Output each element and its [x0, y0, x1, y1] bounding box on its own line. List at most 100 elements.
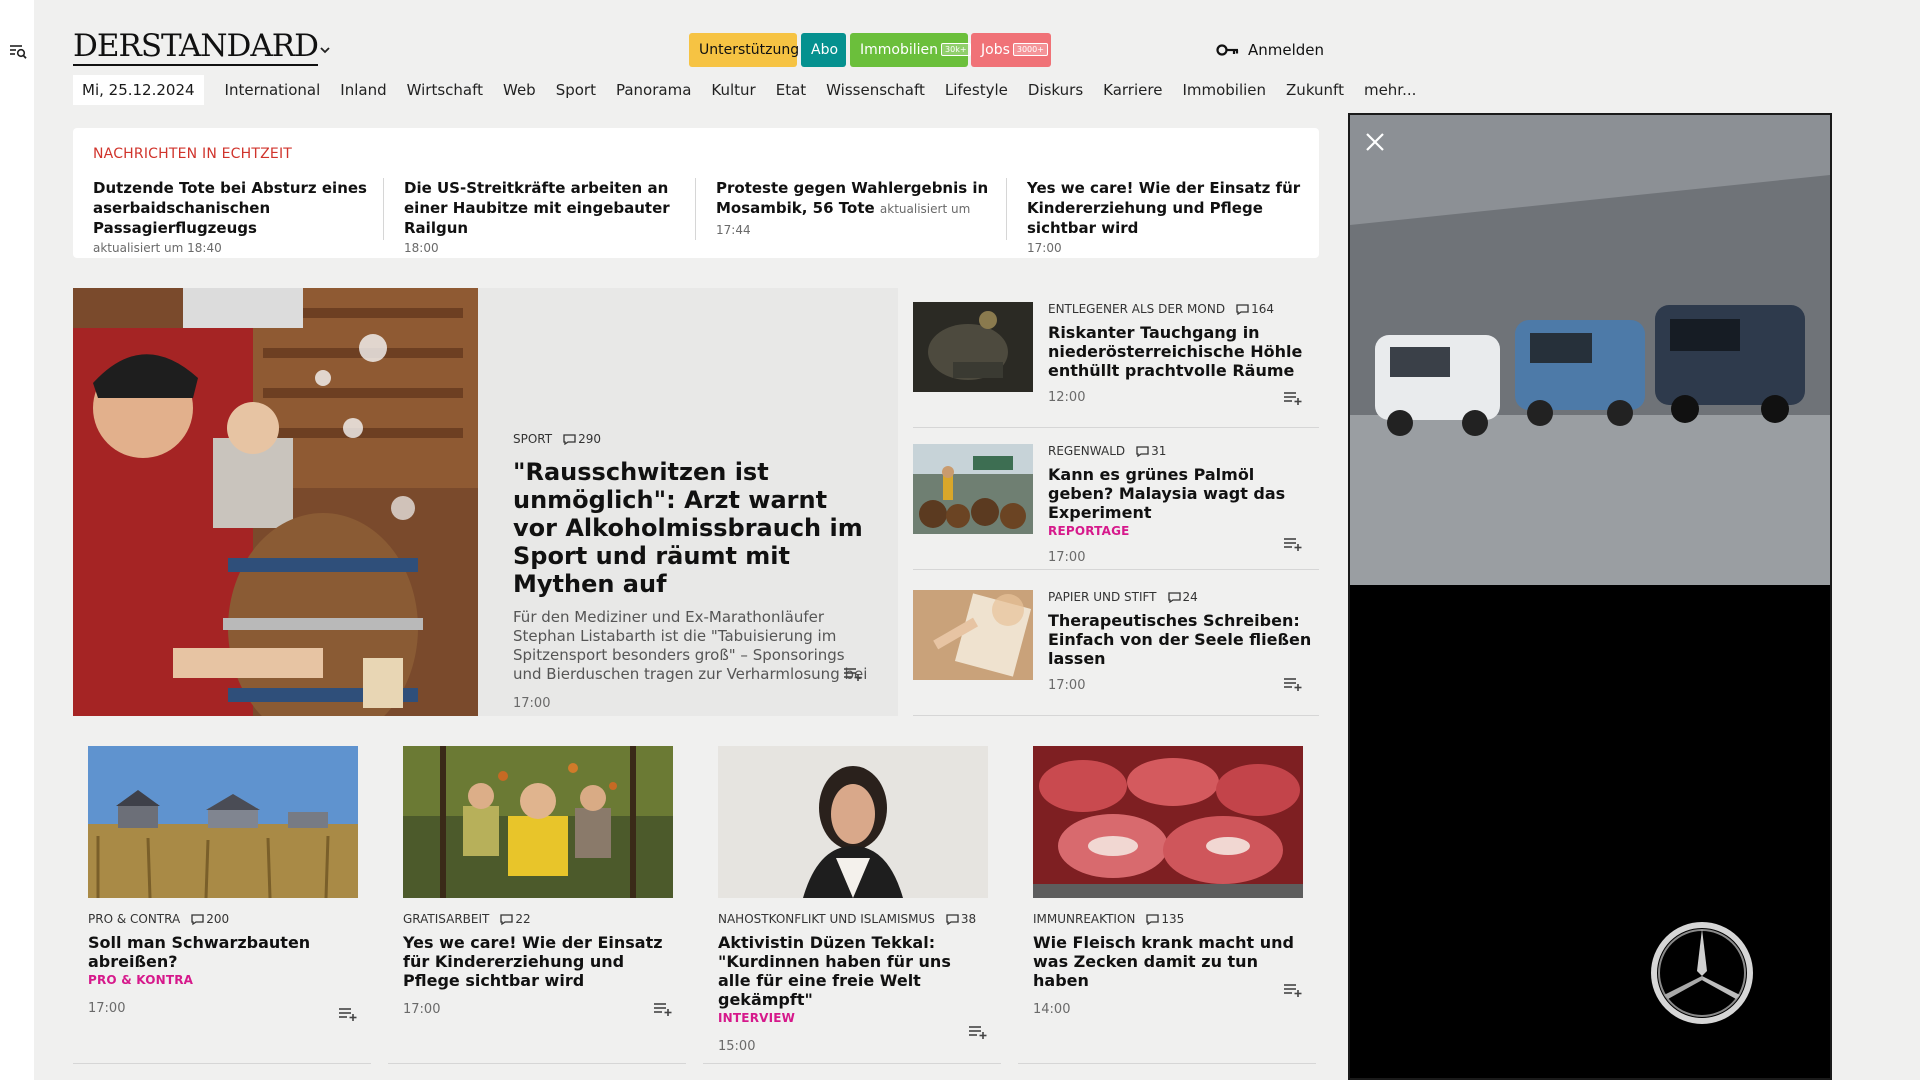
- comment-count[interactable]: 135: [1145, 912, 1184, 926]
- hero-article[interactable]: SPORT 290 "Rausschwitzen ist unmöglich":…: [73, 288, 898, 716]
- card-kicker: IMMUNREAKTION 135: [1033, 912, 1303, 926]
- immobilien-label: Immobilien: [860, 42, 939, 58]
- comment-count[interactable]: 22: [499, 912, 531, 926]
- add-to-list-icon[interactable]: [338, 1006, 358, 1022]
- card-image[interactable]: [1033, 746, 1303, 898]
- advertisement-banner[interactable]: [1348, 113, 1832, 1080]
- article-title[interactable]: Kann es grünes Palmöl geben? Malaysia wa…: [1048, 465, 1318, 522]
- hero-image[interactable]: [73, 288, 478, 716]
- card-title[interactable]: Aktivistin Düzen Tekkal: "Kurdinnen habe…: [718, 933, 988, 1009]
- nav-item-diskurs[interactable]: Diskurs: [1018, 81, 1093, 99]
- article-format-label: REPORTAGE: [1048, 524, 1130, 538]
- article-category: PAPIER UND STIFT: [1048, 590, 1157, 604]
- nav-item-etat[interactable]: Etat: [766, 81, 816, 99]
- close-icon[interactable]: [1364, 131, 1386, 153]
- nav-item-immobilien[interactable]: Immobilien: [1172, 81, 1276, 99]
- add-to-list-icon[interactable]: [968, 1024, 988, 1040]
- nav-item-zukunft[interactable]: Zukunft: [1276, 81, 1354, 99]
- jobs-badge: 3000+: [1012, 43, 1048, 56]
- teaser-card[interactable]: NAHOSTKONFLIKT UND ISLAMISMUS 38 Aktivis…: [703, 730, 1001, 1064]
- article-category: ENTLEGENER ALS DER MOND: [1048, 302, 1226, 316]
- side-article-body: PAPIER UND STIFT 24 Therapeutisches Schr…: [1048, 590, 1318, 693]
- hero-title[interactable]: "Rausschwitzen ist unmöglich": Arzt warn…: [513, 458, 873, 598]
- ad-image: [1350, 115, 1830, 1078]
- add-to-list-icon[interactable]: [653, 1001, 673, 1017]
- left-rail: [0, 0, 34, 1080]
- card-image[interactable]: [718, 746, 988, 898]
- article-title[interactable]: Riskanter Tauchgang in niederösterreichi…: [1048, 323, 1318, 380]
- site-logo[interactable]: DERSTANDARD: [73, 28, 319, 66]
- article-title[interactable]: Therapeutisches Schreiben: Einfach von d…: [1048, 611, 1318, 668]
- add-to-list-icon[interactable]: [1283, 536, 1303, 552]
- ticker-item-title: Die US-Streitkräfte arbeiten an einer Ha…: [404, 179, 670, 237]
- ticker-item[interactable]: Dutzende Tote bei Absturz eines aserbaid…: [93, 178, 383, 255]
- comment-count[interactable]: 290: [562, 432, 601, 446]
- article-thumbnail[interactable]: [913, 444, 1033, 534]
- card-body: GRATISARBEIT 22 Yes we care! Wie der Ein…: [403, 912, 673, 1017]
- card-image[interactable]: [403, 746, 673, 898]
- comment-count[interactable]: 38: [945, 912, 976, 926]
- nav-item-international[interactable]: International: [215, 81, 331, 99]
- card-kicker: GRATISARBEIT 22: [403, 912, 673, 926]
- jobs-button[interactable]: Jobs 3000+: [971, 33, 1051, 67]
- ticker-item-time: aktualisiert um 18:40: [93, 241, 222, 255]
- card-body: PRO & CONTRA 200 Soll man Schwarzbauten …: [88, 912, 358, 1016]
- teaser-card[interactable]: IMMUNREAKTION 135 Wie Fleisch krank mach…: [1018, 730, 1316, 1064]
- add-to-list-icon[interactable]: [1283, 676, 1303, 692]
- card-image[interactable]: [88, 746, 358, 898]
- add-to-list-icon[interactable]: [843, 666, 863, 682]
- comment-count-value: 31: [1151, 444, 1167, 458]
- comment-count[interactable]: 31: [1135, 444, 1166, 458]
- add-to-list-icon[interactable]: [1283, 982, 1303, 998]
- ticker-item-time: 18:00: [404, 241, 439, 255]
- nav-item-sport[interactable]: Sport: [546, 81, 606, 99]
- login-button[interactable]: Anmelden: [1216, 38, 1324, 62]
- card-title[interactable]: Wie Fleisch krank macht und was Zecken d…: [1033, 933, 1303, 990]
- side-article-body: ENTLEGENER ALS DER MOND 164 Riskanter Ta…: [1048, 302, 1318, 405]
- nav-item-inland[interactable]: Inland: [330, 81, 396, 99]
- key-icon: [1216, 44, 1239, 56]
- ticker-divider: [695, 178, 696, 240]
- hero-time: 17:00: [513, 696, 551, 711]
- article-kicker: PAPIER UND STIFT 24: [1048, 590, 1318, 604]
- comment-icon: [1236, 303, 1249, 315]
- nav-item-lifestyle[interactable]: Lifestyle: [935, 81, 1018, 99]
- nav-item-kultur[interactable]: Kultur: [701, 81, 765, 99]
- comment-icon: [500, 913, 514, 925]
- ticker-item[interactable]: Die US-Streitkräfte arbeiten an einer Ha…: [404, 178, 694, 255]
- nav-item-panorama[interactable]: Panorama: [606, 81, 701, 99]
- card-title[interactable]: Yes we care! Wie der Einsatz für Kindere…: [403, 933, 673, 990]
- teaser-card[interactable]: GRATISARBEIT 22 Yes we care! Wie der Ein…: [388, 730, 686, 1064]
- article-category: REGENWALD: [1048, 444, 1126, 458]
- nav-item-karriere[interactable]: Karriere: [1093, 81, 1172, 99]
- ticker-item[interactable]: Yes we care! Wie der Einsatz für Kindere…: [1027, 178, 1317, 255]
- abo-label: Abo: [811, 42, 839, 58]
- nav-item-web[interactable]: Web: [493, 81, 546, 99]
- comment-count[interactable]: 164: [1235, 302, 1274, 316]
- nav-item-wirtschaft[interactable]: Wirtschaft: [397, 81, 493, 99]
- nav-item-wissenschaft[interactable]: Wissenschaft: [816, 81, 935, 99]
- comment-count[interactable]: 200: [190, 912, 229, 926]
- abo-button[interactable]: Abo: [801, 33, 846, 67]
- side-article[interactable]: REGENWALD 31 Kann es grünes Palmöl geben…: [913, 430, 1319, 570]
- ticker-item[interactable]: Proteste gegen Wahlergebnis in Mosambik,…: [716, 178, 1006, 240]
- article-thumbnail[interactable]: [913, 590, 1033, 680]
- comment-count[interactable]: 24: [1167, 590, 1198, 604]
- comment-icon: [191, 913, 204, 925]
- nav-item-more[interactable]: mehr...: [1354, 81, 1426, 99]
- card-kicker: NAHOSTKONFLIKT UND ISLAMISMUS 38: [718, 912, 988, 926]
- immobilien-badge: 30k+: [941, 43, 971, 56]
- teaser-card[interactable]: PRO & CONTRA 200 Soll man Schwarzbauten …: [73, 730, 371, 1064]
- current-date: Mi, 25.12.2024: [73, 75, 204, 105]
- add-to-list-icon[interactable]: [1283, 390, 1303, 406]
- immobilien-button[interactable]: Immobilien 30k+: [850, 33, 971, 67]
- chevron-down-icon[interactable]: [318, 43, 332, 57]
- support-button[interactable]: Unterstützung: [689, 33, 799, 67]
- menu-search-icon[interactable]: [9, 43, 27, 59]
- card-category: NAHOSTKONFLIKT UND ISLAMISMUS: [718, 912, 935, 926]
- article-thumbnail[interactable]: [913, 302, 1033, 392]
- card-title[interactable]: Soll man Schwarzbauten abreißen?: [88, 933, 358, 971]
- side-article[interactable]: ENTLEGENER ALS DER MOND 164 Riskanter Ta…: [913, 288, 1319, 428]
- comment-count-value: 135: [1161, 912, 1185, 926]
- side-article[interactable]: PAPIER UND STIFT 24 Therapeutisches Schr…: [913, 576, 1319, 716]
